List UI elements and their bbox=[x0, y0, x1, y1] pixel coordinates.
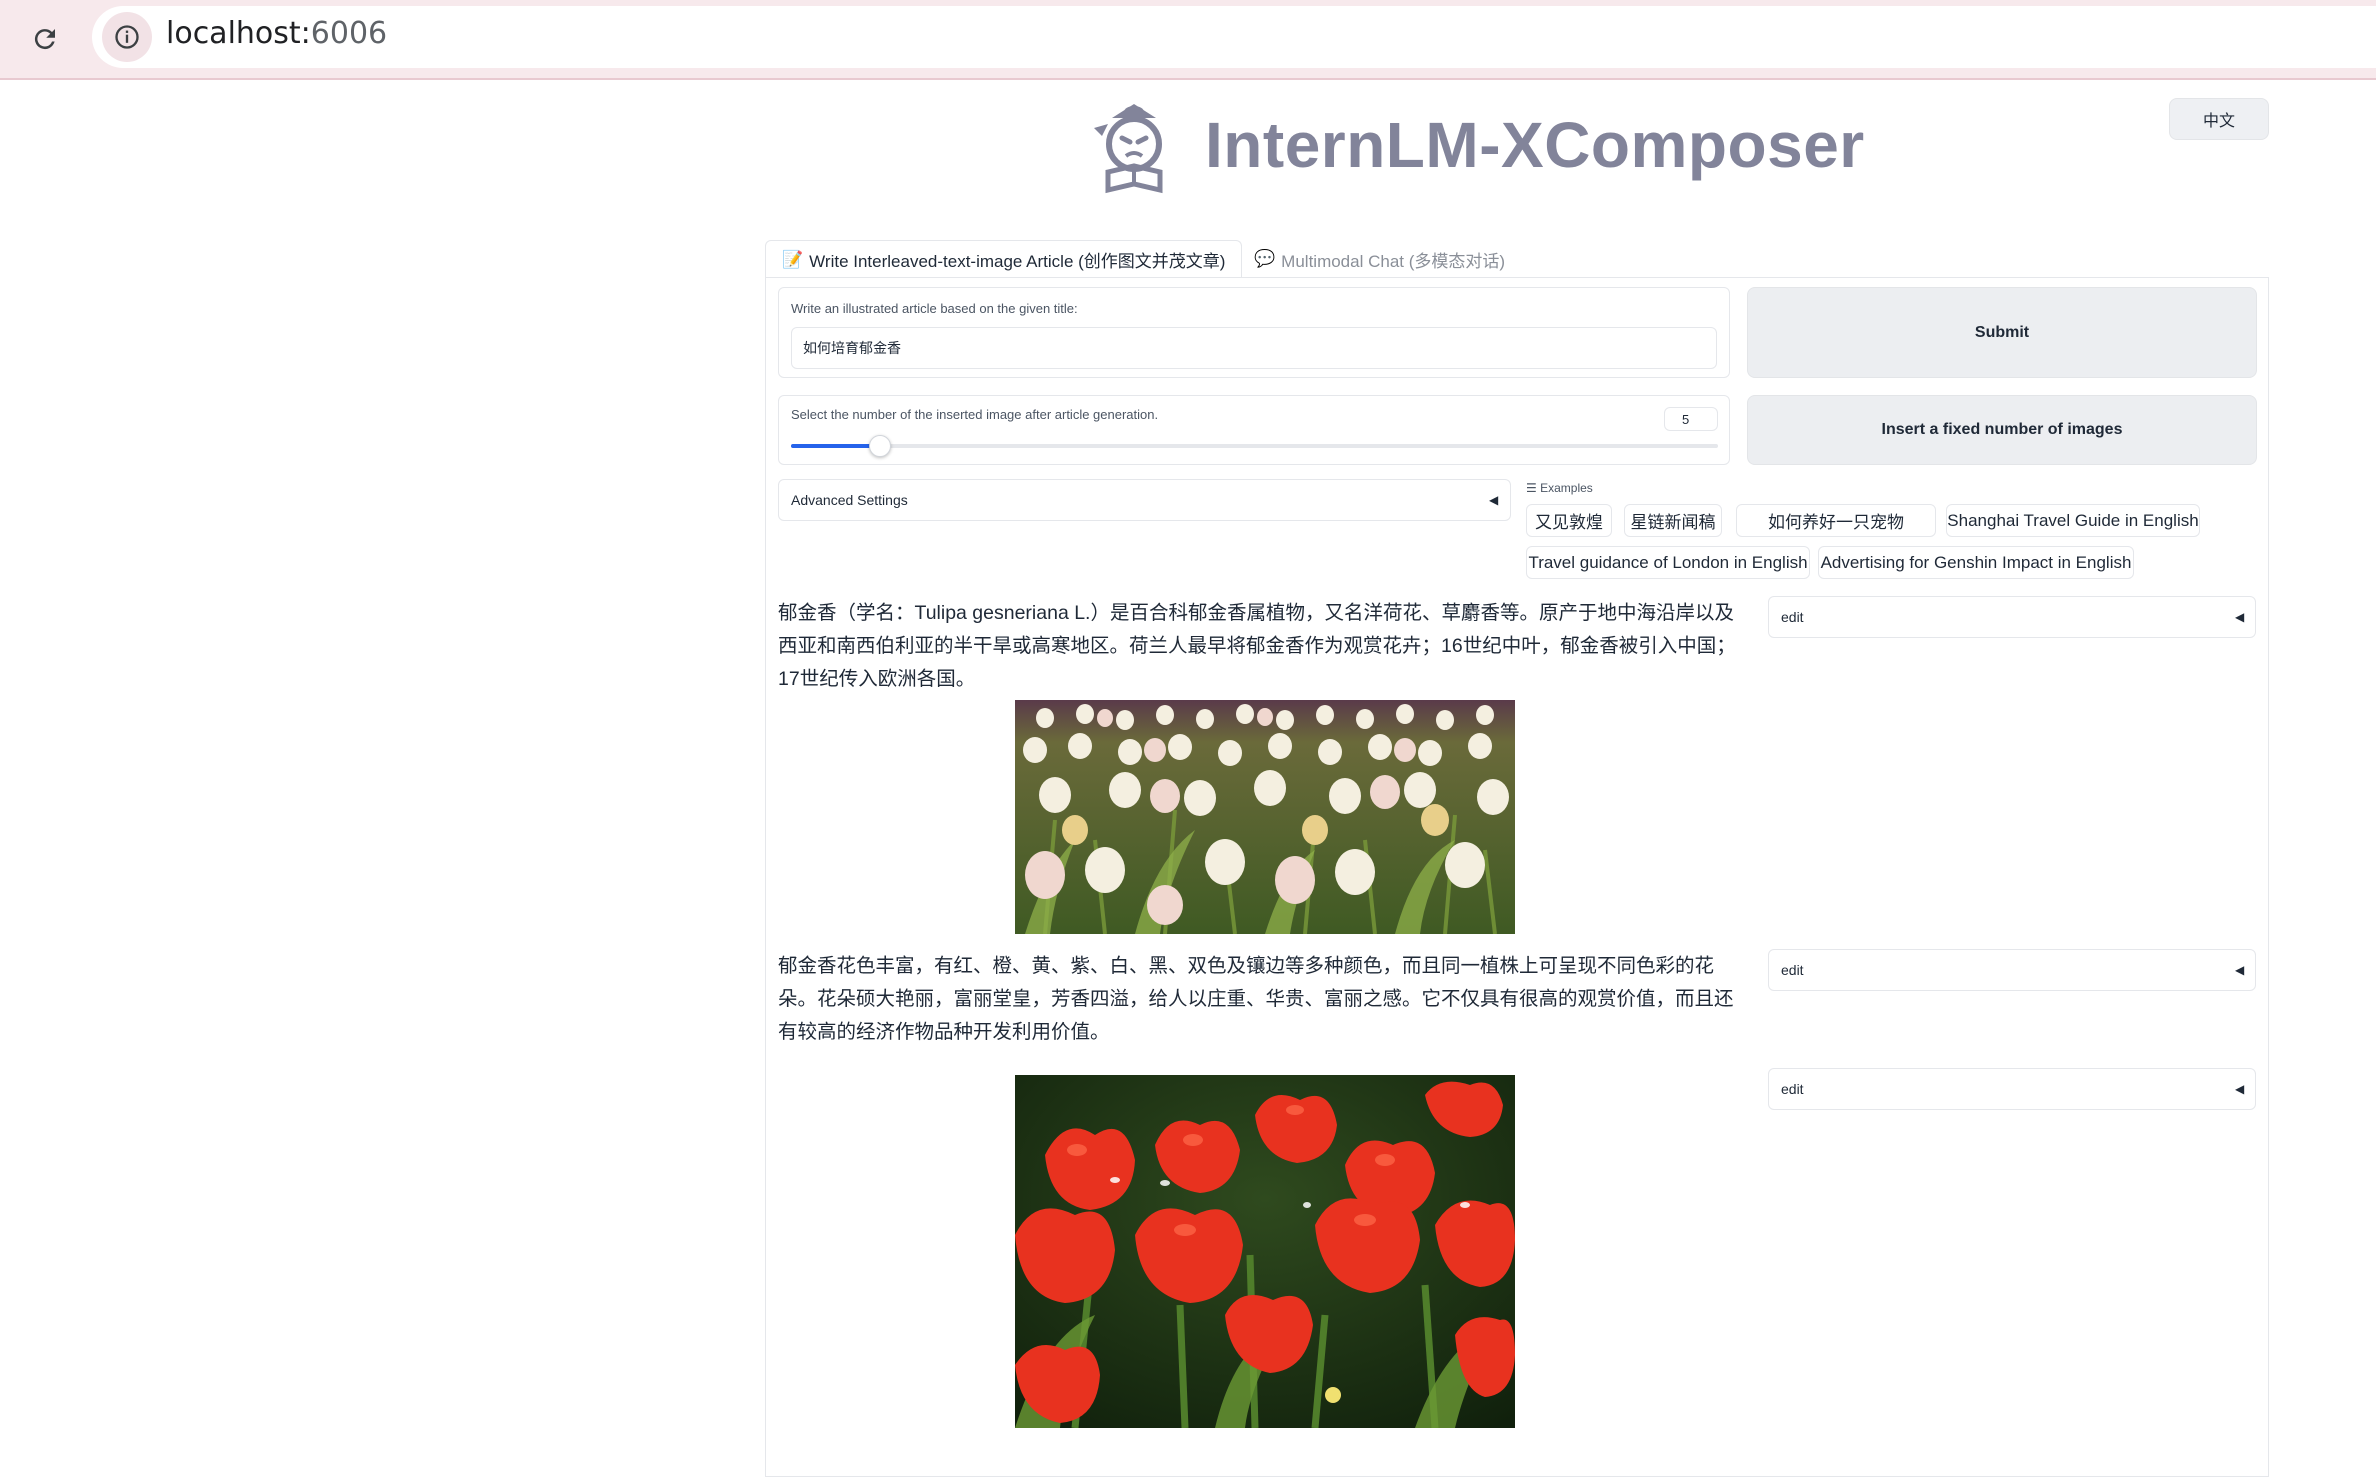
language-toggle-button[interactable]: 中文 bbox=[2169, 98, 2269, 140]
edit-accordion[interactable]: edit ◀ bbox=[1768, 596, 2256, 638]
examples-header: ☰ Examples bbox=[1526, 481, 1593, 495]
slider-handle[interactable] bbox=[869, 435, 891, 457]
url-host: localhost: bbox=[166, 16, 311, 51]
advanced-settings-accordion[interactable]: Advanced Settings ◀ bbox=[778, 479, 1511, 521]
slider-number-input[interactable]: 5 bbox=[1664, 407, 1718, 431]
example-item[interactable]: Shanghai Travel Guide in English bbox=[1946, 504, 2200, 537]
article-image-tulip-field bbox=[1015, 700, 1515, 934]
insert-images-button[interactable]: Insert a fixed number of images bbox=[1747, 395, 2257, 465]
slider-label: Select the number of the inserted image … bbox=[791, 407, 1159, 422]
caret-left-icon: ◀ bbox=[2235, 610, 2245, 624]
title-input-block: Write an illustrated article based on th… bbox=[778, 287, 1730, 378]
reload-icon[interactable] bbox=[22, 16, 68, 62]
image-count-slider-block: Select the number of the inserted image … bbox=[778, 395, 1730, 465]
edit-label: edit bbox=[1781, 609, 1804, 625]
example-item[interactable]: Advertising for Genshin Impact in Englis… bbox=[1818, 546, 2134, 579]
url-port: 6006 bbox=[310, 16, 388, 51]
slider-fill bbox=[791, 444, 880, 448]
caret-left-icon: ◀ bbox=[2235, 963, 2245, 977]
example-item[interactable]: 又见敦煌 bbox=[1526, 504, 1612, 537]
internlm-logo bbox=[1086, 96, 1182, 196]
address-bar[interactable] bbox=[92, 6, 2376, 68]
article-image-red-tulips bbox=[1015, 1075, 1515, 1428]
advanced-settings-label: Advanced Settings bbox=[791, 492, 908, 508]
app-title: InternLM-XComposer bbox=[1205, 109, 1865, 181]
example-item[interactable]: 星链新闻稿 bbox=[1624, 504, 1722, 537]
speech-bubble-icon: 💬 bbox=[1254, 249, 1276, 268]
title-input[interactable]: 如何培育郁金香 bbox=[791, 327, 1717, 369]
browser-toolbar: localhost:6006 bbox=[0, 0, 2376, 80]
example-item[interactable]: Travel guidance of London in English bbox=[1526, 546, 1810, 579]
caret-left-icon: ◀ bbox=[2235, 1082, 2245, 1096]
edit-label: edit bbox=[1781, 962, 1804, 978]
site-info-icon[interactable] bbox=[102, 12, 152, 62]
list-icon: ☰ bbox=[1526, 481, 1537, 495]
edit-label: edit bbox=[1781, 1081, 1804, 1097]
edit-accordion[interactable]: edit ◀ bbox=[1768, 1068, 2256, 1110]
submit-button[interactable]: Submit bbox=[1747, 287, 2257, 378]
slider-track[interactable] bbox=[791, 435, 1718, 457]
article-paragraph: 郁金香花色丰富，有红、橙、黄、紫、白、黑、双色及镶边等多种颜色，而且同一植株上可… bbox=[778, 955, 1734, 1043]
tab-label: Write Interleaved-text-image Article (创作… bbox=[809, 252, 1226, 271]
edit-accordion[interactable]: edit ◀ bbox=[1768, 949, 2256, 991]
article-paragraph: 郁金香（学名：Tulipa gesneriana L.）是百合科郁金香属植物，又… bbox=[778, 602, 1736, 690]
examples-label: Examples bbox=[1540, 481, 1593, 495]
tab-label: Multimodal Chat (多模态对话) bbox=[1281, 251, 1506, 271]
tab-multimodal-chat[interactable]: 💬 Multimodal Chat (多模态对话) bbox=[1250, 240, 1509, 278]
url-text[interactable]: localhost:6006 bbox=[166, 16, 387, 51]
caret-left-icon: ◀ bbox=[1489, 493, 1499, 507]
title-input-label: Write an illustrated article based on th… bbox=[791, 301, 1078, 316]
memo-icon: 📝 bbox=[782, 249, 804, 269]
tab-write-article[interactable]: 📝 Write Interleaved-text-image Article (… bbox=[765, 240, 1243, 278]
example-item[interactable]: 如何养好一只宠物 bbox=[1736, 504, 1936, 537]
